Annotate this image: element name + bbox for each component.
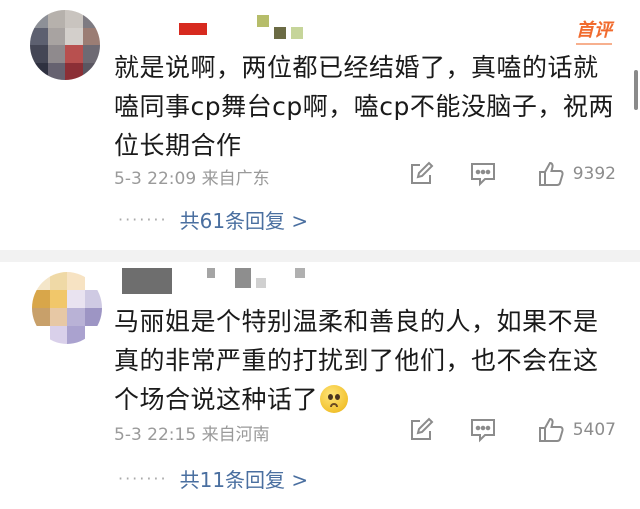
dots-icon: ······· [118,210,168,229]
scrollbar[interactable] [634,70,638,110]
like-button[interactable]: 5407 [537,416,616,444]
comment-item: 首评 就是说啊，两位都已经结婚了，真嗑的话就嗑同事cp舞台cp啊，嗑cp不能没脑… [0,0,640,250]
replies-label: 共61条回复 > [179,209,309,233]
view-replies-link[interactable]: ······· 共11条回复 > [118,464,308,493]
pleading-face-emoji [320,385,349,413]
dots-icon: ······· [118,469,168,488]
first-comment-badge: 首评 [576,16,612,45]
repost-button[interactable] [408,161,434,187]
avatar[interactable] [32,272,102,344]
username-redacted[interactable] [122,268,305,294]
comment-meta: 5-3 22:15 来自河南 [114,425,270,445]
repost-button[interactable] [408,417,434,443]
thumbs-up-icon [538,161,564,186]
edit-square-icon [410,161,434,184]
avatar[interactable] [30,10,100,80]
thumbs-up-icon [538,417,564,442]
comment-bubble-icon [470,163,495,187]
comment-bubble-icon [470,419,495,443]
comment-meta: 5-3 22:09 来自广东 [114,169,270,189]
comment-text: 马丽姐是个特别温柔和善良的人，如果不是真的非常严重的打扰到了他们，也不会在这个场… [114,302,614,419]
edit-square-icon [410,417,434,440]
replies-label: 共11条回复 > [179,468,309,492]
like-button[interactable]: 9392 [537,160,616,188]
username-redacted[interactable] [150,15,304,41]
view-replies-link[interactable]: ······· 共61条回复 > [118,205,308,234]
comment-item: 马丽姐是个特别温柔和善良的人，如果不是真的非常严重的打扰到了他们，也不会在这个场… [0,250,640,509]
comment-text: 就是说啊，两位都已经结婚了，真嗑的话就嗑同事cp舞台cp啊，嗑cp不能没脑子，祝… [114,53,614,160]
like-count: 5407 [572,420,616,440]
comment-list: 首评 就是说啊，两位都已经结婚了，真嗑的话就嗑同事cp舞台cp啊，嗑cp不能没脑… [0,0,640,509]
comment-actions: 9392 [408,159,616,189]
comment-text-body: 马丽姐是个特别温柔和善良的人，如果不是真的非常严重的打扰到了他们，也不会在这个场… [114,307,599,414]
reply-button[interactable] [469,417,497,443]
comment-actions: 5407 [408,415,616,445]
reply-button[interactable] [469,161,497,187]
like-count: 9392 [572,164,616,184]
